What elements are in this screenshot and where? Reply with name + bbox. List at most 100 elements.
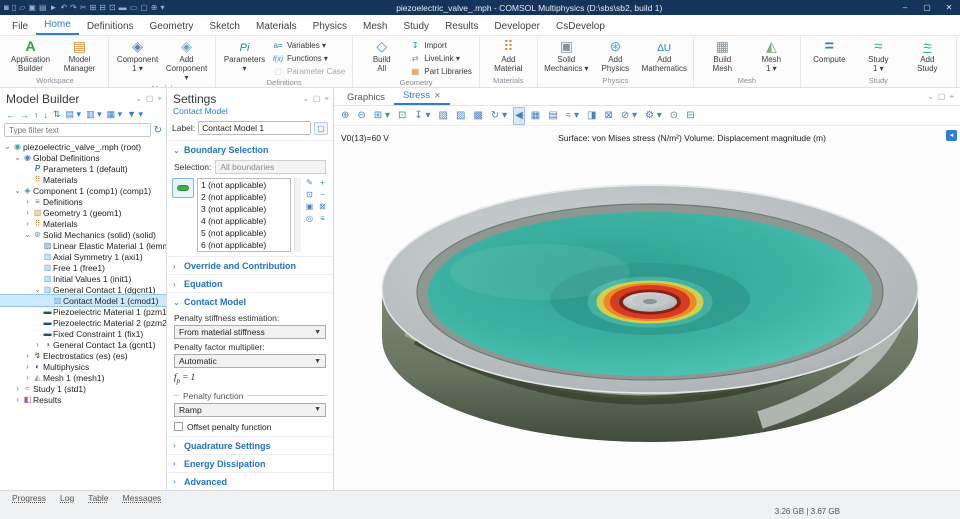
show-options-icon[interactable]: ▤ ▾ bbox=[66, 109, 82, 120]
tree-expander-icon[interactable]: › bbox=[13, 384, 22, 393]
collapse-panel-icon[interactable]: ⌄ bbox=[302, 94, 309, 104]
tree-item[interactable]: Contact Model 1 (cmod1) bbox=[0, 295, 166, 306]
collapse-all-icon[interactable]: ⇅ bbox=[53, 109, 61, 120]
undo-icon[interactable]: ↶ bbox=[60, 0, 67, 15]
view-zx-icon[interactable]: ▩ bbox=[472, 108, 483, 124]
sort-icon[interactable]: ▥ ▾ bbox=[86, 109, 102, 120]
tree-item[interactable]: › Mesh 1 (mesh1) bbox=[0, 372, 166, 383]
tree-item[interactable]: Piezoelectric Material 2 (pzm2) bbox=[0, 317, 166, 328]
zoom-in-icon[interactable]: ⊕ bbox=[340, 108, 350, 124]
maximize-button[interactable]: ▢ bbox=[916, 0, 938, 15]
plot-settings-icon[interactable]: ≈ ▾ bbox=[565, 108, 580, 124]
tree-item[interactable]: › Materials bbox=[0, 218, 166, 229]
ribbon-button[interactable]: Application Builder bbox=[7, 37, 54, 75]
new-file-icon[interactable]: ▯ bbox=[12, 0, 16, 15]
tree-expander-icon[interactable]: › bbox=[13, 395, 22, 404]
rotate-icon[interactable]: ↻ ▾ bbox=[490, 108, 508, 124]
close-button[interactable]: ✕ bbox=[938, 0, 960, 15]
bottom-tab[interactable]: Log bbox=[54, 493, 80, 503]
ribbon-button[interactable]: Parameters ▾ bbox=[221, 37, 268, 77]
tree-expander-icon[interactable]: › bbox=[23, 219, 32, 228]
boundary-list-item[interactable]: 4 (not applicable) bbox=[198, 215, 290, 227]
bottom-tab[interactable]: Messages bbox=[117, 493, 168, 503]
tree-expander-icon[interactable]: ⌄ bbox=[3, 142, 12, 151]
minimize-button[interactable]: – bbox=[894, 0, 916, 15]
tree-item[interactable]: Initial Values 1 (init1) bbox=[0, 273, 166, 284]
float-panel-icon[interactable]: ▢ bbox=[313, 94, 321, 104]
boundary-list-item[interactable]: 5 (not applicable) bbox=[198, 227, 290, 239]
test-icon[interactable]: ▢ bbox=[140, 0, 148, 15]
section-boundary-selection[interactable]: ⌄ Boundary Selection bbox=[167, 140, 333, 158]
move-up-icon[interactable]: ↑ bbox=[34, 110, 39, 120]
zoom-to-selection-icon[interactable]: ◎ bbox=[304, 214, 315, 224]
ribbon-small-button[interactable]: Parameter Case bbox=[270, 65, 347, 77]
tree-item[interactable]: › Results bbox=[0, 394, 166, 405]
tree-item[interactable]: ⌄ piezoelectric_valve_.mph (root) bbox=[0, 141, 166, 152]
zoom-out-icon[interactable]: ⊖ bbox=[356, 108, 366, 124]
view-yz-icon[interactable]: ▨ bbox=[455, 108, 466, 124]
section-contact-model[interactable]: ⌄ Contact Model bbox=[167, 292, 333, 310]
ribbon-small-button[interactable]: Import bbox=[407, 39, 474, 51]
open-file-icon[interactable]: ▱ bbox=[19, 0, 25, 15]
collapsed-section[interactable]: › Advanced bbox=[167, 472, 333, 490]
ribbon-tab[interactable]: CsDevelop bbox=[548, 18, 613, 35]
view-xy-icon[interactable]: ▧ bbox=[438, 108, 449, 124]
tree-filter-input[interactable] bbox=[4, 123, 151, 137]
collapse-panel-icon[interactable]: ⌄ bbox=[135, 94, 142, 104]
remove-from-selection-icon[interactable]: − bbox=[317, 190, 328, 200]
pin-panel-icon[interactable]: ⌖ bbox=[324, 94, 329, 104]
zoom-extents-icon[interactable]: ⊡ bbox=[397, 108, 407, 124]
ribbon-button[interactable]: Solid Mechanics ▾ bbox=[543, 37, 590, 75]
tree-expander-icon[interactable]: › bbox=[23, 197, 32, 206]
collapsed-section[interactable]: › Energy Dissipation bbox=[167, 454, 333, 472]
tree-expander-icon[interactable]: › bbox=[23, 351, 32, 360]
tree-item[interactable]: › Geometry 1 (geom1) bbox=[0, 207, 166, 218]
ribbon-tab[interactable]: Sketch bbox=[201, 18, 248, 35]
copy-icon[interactable]: ⊞ bbox=[90, 0, 97, 15]
tree-item[interactable]: Materials bbox=[0, 174, 166, 185]
print-icon[interactable]: ⊟ bbox=[685, 108, 695, 124]
paste-selection-icon[interactable]: ▣ bbox=[304, 202, 315, 212]
go-to-default-view-icon[interactable]: ↧ ▾ bbox=[413, 108, 431, 124]
float-panel-icon[interactable]: ▢ bbox=[146, 94, 154, 104]
filter-icon[interactable]: ▼ ▾ bbox=[127, 109, 143, 120]
tree-item[interactable]: Fixed Constraint 1 (fix1) bbox=[0, 328, 166, 339]
tree-expander-icon[interactable]: › bbox=[23, 362, 32, 371]
penalty-function-dropdown[interactable]: Ramp▼ bbox=[174, 403, 326, 417]
tree-item[interactable]: ⌄ Global Definitions bbox=[0, 152, 166, 163]
ribbon-tab[interactable]: Results bbox=[437, 18, 486, 35]
tree-expander-icon[interactable]: ⌄ bbox=[13, 153, 22, 162]
tree-item[interactable]: Free 1 (free1) bbox=[0, 262, 166, 273]
ribbon-small-button[interactable]: Functions ▾ bbox=[270, 52, 347, 64]
tree-item[interactable]: ⌄ Solid Mechanics (solid) (solid) bbox=[0, 229, 166, 240]
tree-item[interactable]: › General Contact 1a (gcnt1) bbox=[0, 339, 166, 350]
cut-icon[interactable]: ✂ bbox=[80, 0, 87, 15]
move-down-icon[interactable]: ↓ bbox=[44, 110, 49, 120]
tree-expander-icon[interactable]: › bbox=[33, 340, 42, 349]
tree-expander-icon[interactable]: › bbox=[23, 373, 32, 382]
ribbon-button[interactable]: Add Physics bbox=[592, 37, 639, 75]
penalty-factor-dropdown[interactable]: Automatic▼ bbox=[174, 354, 326, 368]
tree-item[interactable]: Parameters 1 (default) bbox=[0, 163, 166, 174]
ribbon-tab[interactable]: Home bbox=[36, 16, 79, 35]
scene-light-icon[interactable]: ◀ bbox=[514, 108, 524, 124]
create-selection-icon[interactable]: ⊠ bbox=[317, 202, 328, 212]
search-icon[interactable]: ⊕ bbox=[151, 0, 158, 15]
pin-panel-icon[interactable]: ⌖ bbox=[949, 92, 954, 102]
duplicate-icon[interactable]: ⊡ bbox=[109, 0, 116, 15]
ribbon-tab[interactable]: Materials bbox=[248, 18, 305, 35]
ribbon-small-button[interactable]: LiveLink ▾ bbox=[407, 52, 474, 64]
tree-item[interactable]: Piezoelectric Material 1 (pzm1) bbox=[0, 306, 166, 317]
close-tab-icon[interactable]: ✕ bbox=[434, 91, 441, 100]
ribbon-button[interactable]: Component 1 ▾ bbox=[114, 37, 161, 83]
back-icon[interactable]: ← bbox=[6, 110, 15, 120]
add-to-selection-icon[interactable]: + bbox=[317, 178, 328, 188]
appearance-icon[interactable]: ⊘ ▾ bbox=[620, 108, 638, 124]
redo-icon[interactable]: ↷ bbox=[70, 0, 77, 15]
lock-icon[interactable]: ⊠ bbox=[603, 108, 613, 124]
tab-stress[interactable]: Stress✕ bbox=[394, 88, 450, 105]
ribbon-small-button[interactable]: Variables ▾ bbox=[270, 39, 347, 51]
save-file-icon[interactable]: ▣ bbox=[28, 0, 36, 15]
ribbon-tab[interactable]: Physics bbox=[305, 18, 355, 35]
boundary-list-item[interactable]: 1 (not applicable) bbox=[198, 179, 290, 191]
